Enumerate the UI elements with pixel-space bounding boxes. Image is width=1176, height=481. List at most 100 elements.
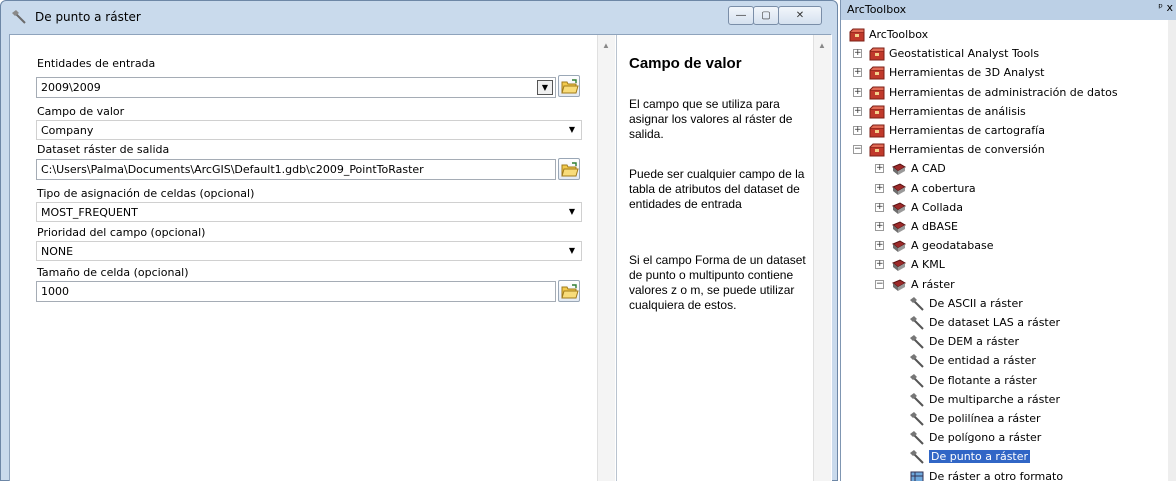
tree-toolbox-item[interactable]: − Herramientas de conversión <box>841 141 1161 159</box>
expand-icon[interactable]: + <box>875 260 884 270</box>
chevron-down-icon[interactable]: ▼ <box>537 80 553 95</box>
close-button[interactable]: ✕ <box>778 6 822 25</box>
tree-tool-item[interactable]: De multiparche a ráster <box>841 391 1161 409</box>
parameters-scrollbar[interactable]: ▲ <box>597 35 615 481</box>
dialog-body: Entidades de entrada 2009\2009 ▼ Campo d… <box>9 34 832 481</box>
toolbox-icon <box>869 46 885 62</box>
tree-toolbox-item[interactable]: + Herramientas de análisis <box>841 103 1161 121</box>
tree-tool-item[interactable]: De dataset LAS a ráster <box>841 314 1161 332</box>
tree-root-arctoolbox[interactable]: ArcToolbox <box>841 26 1161 44</box>
help-paragraph-1: El campo que se utiliza para asignar los… <box>629 97 793 141</box>
tree-item-label: De DEM a ráster <box>929 335 1019 349</box>
toolbox-icon <box>869 142 885 158</box>
tree-toolset-item[interactable]: + A Collada <box>841 199 1161 217</box>
output-raster-input[interactable]: C:\Users\Palma\Documents\ArcGIS\Default1… <box>36 159 556 180</box>
expand-icon[interactable]: + <box>875 241 884 251</box>
tree-item-label: A dBASE <box>911 220 959 233</box>
arctoolbox-header-title: ArcToolbox <box>847 3 907 16</box>
tree-toolset-item[interactable]: + A KML <box>841 256 1161 274</box>
value-field-select[interactable]: Company ▼ <box>36 120 582 140</box>
chevron-down-icon: ▼ <box>568 246 575 255</box>
cell-assignment-value: MOST_FREQUENT <box>41 206 138 219</box>
minimize-button[interactable]: — <box>728 6 754 25</box>
tree-toolset-item[interactable]: − A ráster <box>841 276 1161 294</box>
toolset-icon <box>891 257 907 273</box>
tree-toolbox-item[interactable]: + Geostatistical Analyst Tools <box>841 45 1161 63</box>
toolbox-icon <box>869 85 885 101</box>
cell-assignment-select[interactable]: MOST_FREQUENT ▼ <box>36 202 582 222</box>
help-paragraph-3: Si el campo Forma de un dataset de punto… <box>629 253 806 312</box>
expand-icon[interactable]: + <box>853 87 862 97</box>
toolbox-icon <box>869 104 885 120</box>
tree-item-label: A Collada <box>911 200 964 214</box>
tree-tool-item-selected[interactable]: De punto a ráster <box>841 448 1161 466</box>
toolbox-icon <box>869 123 885 139</box>
toolset-icon <box>891 238 907 254</box>
arctoolbox-scrollbar[interactable] <box>1168 20 1176 481</box>
tree-item-label: De polígono a ráster <box>929 431 1042 445</box>
dialog-titlebar[interactable]: De punto a ráster — ▢ ✕ <box>1 1 837 33</box>
open-folder-icon <box>561 284 579 299</box>
tree-tool-item[interactable]: De flotante a ráster <box>841 372 1161 390</box>
toolbox-icon <box>869 65 885 81</box>
output-raster-browse-button[interactable] <box>558 158 580 180</box>
priority-field-select[interactable]: NONE ▼ <box>36 241 582 261</box>
expand-icon[interactable]: + <box>853 126 862 135</box>
tree-toolset-item[interactable]: + A CAD <box>841 160 1161 178</box>
tree-tool-item[interactable]: De polígono a ráster <box>841 429 1161 447</box>
hammer-icon <box>909 411 925 427</box>
tree-toolset-item[interactable]: + A geodatabase <box>841 237 1161 255</box>
tree-toolset-item[interactable]: + A dBASE <box>841 218 1161 236</box>
script-tool-icon <box>909 469 925 481</box>
tree-toolset-item[interactable]: + A cobertura <box>841 180 1161 198</box>
scroll-up-icon[interactable]: ▲ <box>818 41 826 50</box>
help-paragraph-2: Puede ser cualquier campo de la tabla de… <box>629 167 805 211</box>
value-field-label: Campo de valor <box>37 105 125 118</box>
tree-tool-item[interactable]: De ráster a otro formato <box>841 468 1161 481</box>
tree-tool-item[interactable]: De entidad a ráster <box>841 352 1161 370</box>
priority-field-label: Prioridad del campo (opcional) <box>37 226 206 239</box>
tree-toolbox-item[interactable]: + Herramientas de 3D Analyst <box>841 64 1161 82</box>
output-raster-value: C:\Users\Palma\Documents\ArcGIS\Default1… <box>41 163 424 176</box>
toolset-icon <box>891 161 907 177</box>
tree-tool-item[interactable]: De polilínea a ráster <box>841 410 1161 428</box>
expand-icon[interactable]: + <box>875 202 884 212</box>
tree-item-label: Herramientas de cartografía <box>889 124 1045 137</box>
hammer-icon <box>909 334 925 350</box>
tree-toolbox-item[interactable]: + Herramientas de administración de datos <box>841 84 1161 102</box>
collapse-icon[interactable]: − <box>853 145 862 155</box>
cell-size-input[interactable]: 1000 <box>36 281 556 302</box>
toolbox-icon <box>849 27 865 43</box>
expand-icon[interactable]: + <box>853 106 862 116</box>
scroll-up-icon[interactable]: ▲ <box>602 41 610 50</box>
tree-toolbox-item[interactable]: + Herramientas de cartografía <box>841 122 1161 140</box>
expand-icon[interactable]: + <box>875 222 884 231</box>
collapse-icon[interactable]: − <box>875 279 884 289</box>
cell-size-browse-button[interactable] <box>558 280 580 302</box>
tree-item-label: De entidad a ráster <box>929 354 1036 368</box>
input-features-browse-button[interactable] <box>558 75 580 97</box>
output-raster-label: Dataset ráster de salida <box>37 143 170 156</box>
expand-icon[interactable]: + <box>853 68 862 78</box>
tree-item-label: A cobertura <box>911 181 976 195</box>
chevron-down-icon: ▼ <box>568 125 575 134</box>
tree-tool-item[interactable]: De ASCII a ráster <box>841 295 1161 313</box>
pin-close-icon[interactable]: ᵖ x <box>1158 1 1173 14</box>
hammer-icon <box>909 353 925 369</box>
help-scrollbar[interactable]: ▲ <box>813 35 831 481</box>
input-features-combobox[interactable]: 2009\2009 ▼ <box>36 77 556 98</box>
cell-assignment-label: Tipo de asignación de celdas (opcional) <box>37 187 255 200</box>
tree-item-label: De polilínea a ráster <box>929 412 1041 425</box>
hammer-icon <box>909 296 925 312</box>
tree-item-label: Herramientas de 3D Analyst <box>889 66 1045 80</box>
expand-icon[interactable]: + <box>875 183 884 193</box>
tree-item-label: De dataset LAS a ráster <box>929 316 1061 329</box>
arctoolbox-panel: ArcToolbox ᵖ x ArcToolbox + Geostatistical… <box>840 0 1176 481</box>
maximize-button[interactable]: ▢ <box>753 6 779 25</box>
value-field-value: Company <box>41 124 94 137</box>
tree-tool-item[interactable]: De DEM a ráster <box>841 333 1161 351</box>
expand-icon[interactable]: + <box>853 49 862 59</box>
hammer-icon <box>909 315 925 331</box>
tree-item-label: Geostatistical Analyst Tools <box>889 47 1040 61</box>
expand-icon[interactable]: + <box>875 164 884 174</box>
